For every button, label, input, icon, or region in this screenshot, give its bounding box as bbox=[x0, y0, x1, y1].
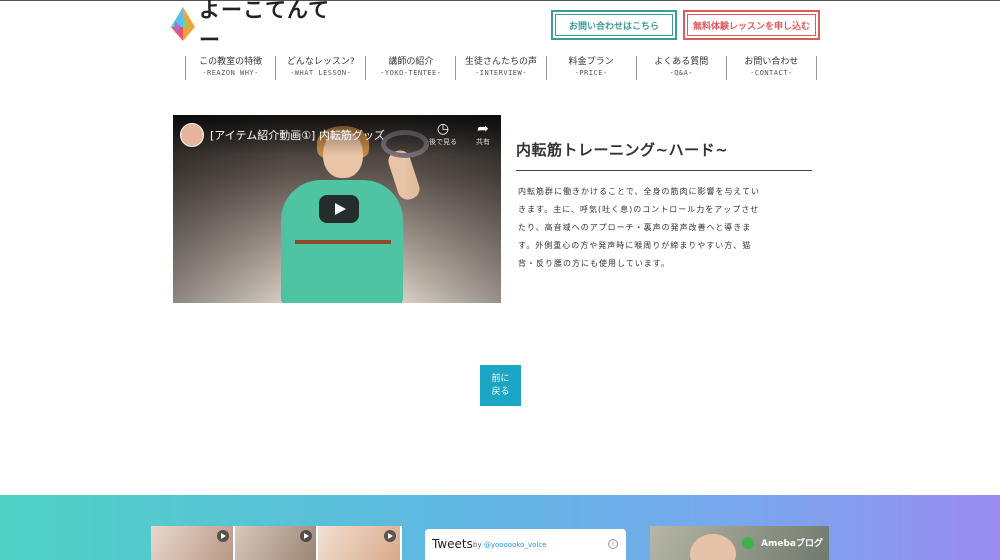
nav-sublabel: -WHAT LESSON- bbox=[290, 69, 352, 77]
contact-button[interactable]: お問い合わせはこちら bbox=[551, 10, 677, 40]
main-nav: この教室の特徴 -REAZON WHY- どんなレッスン? -WHAT LESS… bbox=[185, 56, 817, 80]
article-body: 内転筋群に働きかけることで、全身の筋肉に影響を与えていきます。主に、呼気(吐く息… bbox=[518, 187, 761, 268]
watch-later-label: 後で見る bbox=[429, 138, 457, 146]
nav-label: お問い合わせ bbox=[744, 57, 799, 67]
tweets-by-prefix: by bbox=[473, 541, 484, 549]
nav-item-teacher[interactable]: 講師の紹介 -YOKO-TENTEE- bbox=[366, 56, 457, 80]
nav-item-price[interactable]: 料金プラン -PRICE- bbox=[547, 56, 637, 80]
twitter-widget[interactable]: Tweets by @yoooooko_voice i bbox=[425, 529, 626, 560]
nav-sublabel: -REAZON WHY- bbox=[202, 69, 259, 77]
share-button[interactable]: ➦ 共有 bbox=[463, 121, 501, 147]
video-title[interactable]: [アイテム紹介動画①] 内転筋グッズ bbox=[210, 127, 385, 143]
video-player[interactable]: [アイテム紹介動画①] 内転筋グッズ ◷ 後で見る ➦ 共有 bbox=[173, 115, 501, 303]
nav-sublabel: -INTERVIEW- bbox=[475, 69, 527, 77]
nav-item-lessons[interactable]: どんなレッスン? -WHAT LESSON- bbox=[276, 56, 367, 80]
play-button[interactable] bbox=[319, 195, 359, 223]
nav-label: 生徒さんたちの声 bbox=[464, 57, 537, 67]
ameba-blog-banner[interactable]: Amebaブログ bbox=[650, 526, 829, 560]
nav-label: 講師の紹介 bbox=[388, 57, 434, 67]
nav-item-features[interactable]: この教室の特徴 -REAZON WHY- bbox=[186, 56, 277, 80]
play-icon bbox=[384, 530, 397, 542]
back-button[interactable]: 前に 戻る bbox=[480, 365, 521, 406]
nav-label: 料金プラン bbox=[568, 57, 614, 67]
feed-photo[interactable] bbox=[151, 526, 235, 560]
tweets-title: Tweets bbox=[432, 537, 473, 551]
logo-text: よーこてんてー bbox=[199, 0, 330, 52]
twitter-handle-link[interactable]: @yoooooko_voice bbox=[484, 541, 547, 549]
free-trial-button[interactable]: 無料体験レッスンを申し込む bbox=[683, 10, 820, 40]
nav-label: どんなレッスン? bbox=[286, 57, 355, 67]
instagram-feed bbox=[151, 526, 403, 560]
tweets-by: by @yoooooko_voice bbox=[473, 541, 546, 549]
share-icon: ➦ bbox=[477, 121, 489, 137]
nav-sublabel: -YOKO-TENTEE- bbox=[380, 69, 442, 77]
ameba-logo-icon bbox=[742, 537, 754, 549]
share-label: 共有 bbox=[476, 138, 490, 146]
blog-photo bbox=[690, 534, 736, 560]
nav-item-contact[interactable]: お問い合わせ -CONTACT- bbox=[727, 56, 817, 80]
clock-icon: ◷ bbox=[436, 121, 450, 137]
back-button-line1: 前に bbox=[491, 373, 510, 384]
nav-sublabel: -CONTACT- bbox=[750, 69, 793, 77]
ameba-blog-label: Amebaブログ bbox=[761, 539, 823, 549]
article-title: 内転筋トレーニング~ハード~ bbox=[516, 141, 729, 159]
play-icon bbox=[300, 530, 313, 542]
nav-item-interview[interactable]: 生徒さんたちの声 -INTERVIEW- bbox=[456, 56, 547, 80]
nav-sublabel: -Q&A- bbox=[669, 69, 694, 77]
logo-mark-icon bbox=[171, 7, 195, 41]
title-divider bbox=[516, 170, 812, 171]
nav-sublabel: -PRICE- bbox=[574, 69, 608, 77]
info-icon[interactable]: i bbox=[608, 539, 618, 549]
nav-label: この教室の特徴 bbox=[199, 57, 263, 67]
feed-photo[interactable] bbox=[234, 526, 319, 560]
nav-label: よくある質問 bbox=[654, 57, 709, 67]
site-logo[interactable]: よーこてんてー bbox=[171, 0, 331, 52]
back-button-line2: 戻る bbox=[491, 386, 510, 397]
feed-photo[interactable] bbox=[318, 526, 403, 560]
nav-item-faq[interactable]: よくある質問 -Q&A- bbox=[637, 56, 727, 80]
footer: Tweets by @yoooooko_voice i Amebaブログ bbox=[0, 495, 1000, 560]
play-icon bbox=[216, 530, 229, 542]
channel-avatar[interactable] bbox=[180, 123, 204, 147]
watch-later-button[interactable]: ◷ 後で見る bbox=[423, 121, 463, 147]
